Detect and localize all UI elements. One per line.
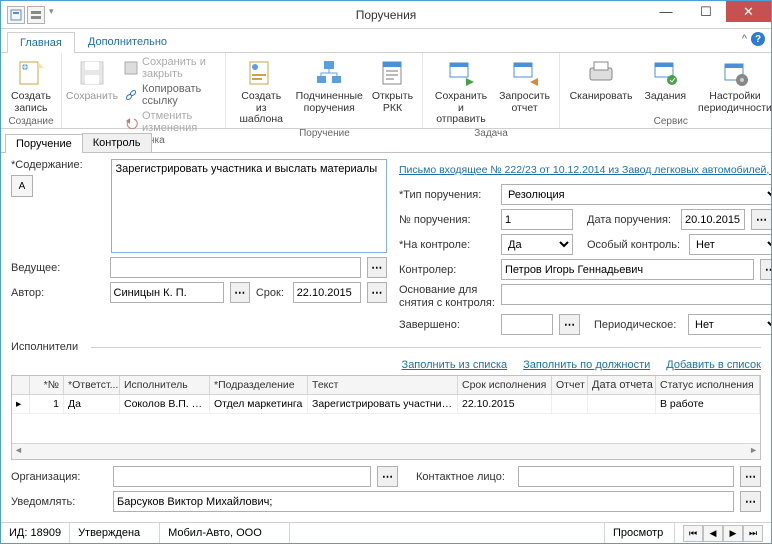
- status-mode: Просмотр: [605, 523, 675, 543]
- deadline-input[interactable]: [293, 282, 361, 303]
- assign-date-picker-button[interactable]: ⋯: [751, 209, 771, 230]
- maximize-button[interactable]: ☐: [686, 1, 726, 22]
- status-org: Мобил-Авто, ООО: [160, 523, 290, 543]
- contact-input[interactable]: [518, 466, 734, 487]
- grid-scrollbar[interactable]: [12, 443, 760, 459]
- save-close-button[interactable]: Сохранить и закрыть: [120, 55, 219, 81]
- subtab-control[interactable]: Контроль: [82, 133, 152, 152]
- save-send-button[interactable]: Сохранить и отправить: [429, 55, 492, 128]
- type-label: Тип поручения:: [399, 189, 495, 201]
- contact-browse-button[interactable]: ⋯: [740, 466, 761, 487]
- deadline-picker-button[interactable]: ⋯: [367, 282, 387, 303]
- request-report-button[interactable]: Запросить отчет: [496, 55, 552, 116]
- content-label: Содержание:: [11, 159, 105, 171]
- organization-browse-button[interactable]: ⋯: [377, 466, 398, 487]
- nav-next-button[interactable]: ▶: [723, 525, 743, 542]
- periodicity-button[interactable]: Настройки периодичности: [694, 55, 772, 116]
- tab-main[interactable]: Главная: [7, 32, 75, 53]
- organization-label: Организация:: [11, 471, 107, 483]
- remove-basis-input[interactable]: [501, 284, 771, 305]
- app-icon[interactable]: [7, 6, 25, 24]
- window-title: Поручения: [356, 8, 417, 22]
- ribbon: Создать запись Создание Сохранить Сохран…: [1, 53, 771, 129]
- controller-label: Контролер:: [399, 264, 495, 276]
- ribbon-tabs: Главная Дополнительно ^ ?: [1, 29, 771, 53]
- assign-date-label: Дата поручения:: [587, 214, 675, 226]
- save-button[interactable]: Сохранить: [68, 55, 116, 105]
- type-select[interactable]: Резолюция: [501, 184, 771, 205]
- on-control-label: На контроле:: [399, 239, 495, 251]
- number-input[interactable]: [501, 209, 573, 230]
- completed-picker-button[interactable]: ⋯: [559, 314, 580, 335]
- source-link[interactable]: Письмо входящее № 222/23 от 10.12.2014 и…: [399, 164, 771, 176]
- executors-grid[interactable]: *№ *Ответст... Исполнитель *Подразделени…: [11, 375, 761, 460]
- author-label: Автор:: [11, 287, 104, 299]
- periodic-label: Периодическое:: [594, 319, 682, 331]
- author-input[interactable]: [110, 282, 224, 303]
- leading-label: Ведущее:: [11, 262, 104, 274]
- qat-dropdown[interactable]: ▾: [47, 6, 54, 24]
- notify-input[interactable]: [113, 491, 734, 512]
- number-label: № поручения:: [399, 214, 495, 226]
- spellcheck-button[interactable]: А: [11, 175, 33, 197]
- subordinate-button[interactable]: Подчиненные поручения: [294, 55, 364, 116]
- fill-by-position-link[interactable]: Заполнить по должности: [523, 359, 650, 371]
- notify-label: Уведомлять:: [11, 496, 107, 508]
- qat-icon[interactable]: [27, 6, 45, 24]
- special-control-label: Особый контроль:: [587, 239, 683, 251]
- special-control-select[interactable]: Нет: [689, 234, 771, 255]
- status-id: ИД: 18909: [1, 523, 70, 543]
- copy-link-button[interactable]: Копировать ссылку: [120, 82, 219, 108]
- ribbon-collapse-icon[interactable]: ^: [742, 33, 747, 45]
- remove-basis-label: Основание для снятия с контроля:: [399, 284, 495, 310]
- notify-browse-button[interactable]: ⋯: [740, 491, 761, 512]
- help-icon[interactable]: ?: [751, 32, 765, 46]
- title-bar: ▾ Поручения — ☐ ✕: [1, 1, 771, 29]
- controller-input[interactable]: [501, 259, 754, 280]
- completed-input[interactable]: [501, 314, 553, 335]
- add-to-list-link[interactable]: Добавить в список: [666, 359, 761, 371]
- open-rkk-button[interactable]: Открыть РКК: [368, 55, 416, 116]
- executors-group-label: Исполнители: [11, 339, 761, 355]
- nav-prev-button[interactable]: ◀: [703, 525, 723, 542]
- on-control-select[interactable]: Да: [501, 234, 573, 255]
- create-from-template-button[interactable]: Создать из шаблона: [232, 55, 290, 128]
- create-record-button[interactable]: Создать запись: [7, 55, 55, 116]
- status-bar: ИД: 18909 Утверждена Мобил-Авто, ООО Про…: [1, 522, 771, 543]
- close-button[interactable]: ✕: [726, 1, 771, 22]
- table-row[interactable]: ▸ 1 Да Соколов В.П. (М... Отдел маркетин…: [12, 395, 760, 414]
- assign-date-input[interactable]: [681, 209, 745, 230]
- organization-input[interactable]: [113, 466, 371, 487]
- periodic-select[interactable]: Нет: [688, 314, 771, 335]
- tasks-button[interactable]: Задания: [641, 55, 691, 105]
- leading-browse-button[interactable]: ⋯: [367, 257, 387, 278]
- author-browse-button[interactable]: ⋯: [230, 282, 250, 303]
- completed-label: Завершено:: [399, 319, 495, 331]
- form-area: Содержание: А Зарегистрировать участника…: [1, 153, 771, 522]
- deadline-label: Срок:: [256, 287, 287, 299]
- subtab-assignment[interactable]: Поручение: [5, 134, 83, 153]
- minimize-button[interactable]: —: [646, 1, 686, 22]
- status-state: Утверждена: [70, 523, 160, 543]
- contact-label: Контактное лицо:: [416, 471, 512, 483]
- nav-first-button[interactable]: ⏮: [683, 525, 703, 542]
- controller-browse-button[interactable]: ⋯: [760, 259, 771, 280]
- nav-last-button[interactable]: ⏭: [743, 525, 763, 542]
- content-textarea[interactable]: Зарегистрировать участника и выслать мат…: [111, 159, 387, 253]
- tab-extra[interactable]: Дополнительно: [75, 31, 180, 52]
- grid-header: *№ *Ответст... Исполнитель *Подразделени…: [12, 376, 760, 395]
- fill-from-list-link[interactable]: Заполнить из списка: [402, 359, 508, 371]
- leading-input[interactable]: [110, 257, 360, 278]
- sub-tabs: Поручение Контроль: [1, 131, 771, 153]
- scan-button[interactable]: Сканировать: [566, 55, 637, 105]
